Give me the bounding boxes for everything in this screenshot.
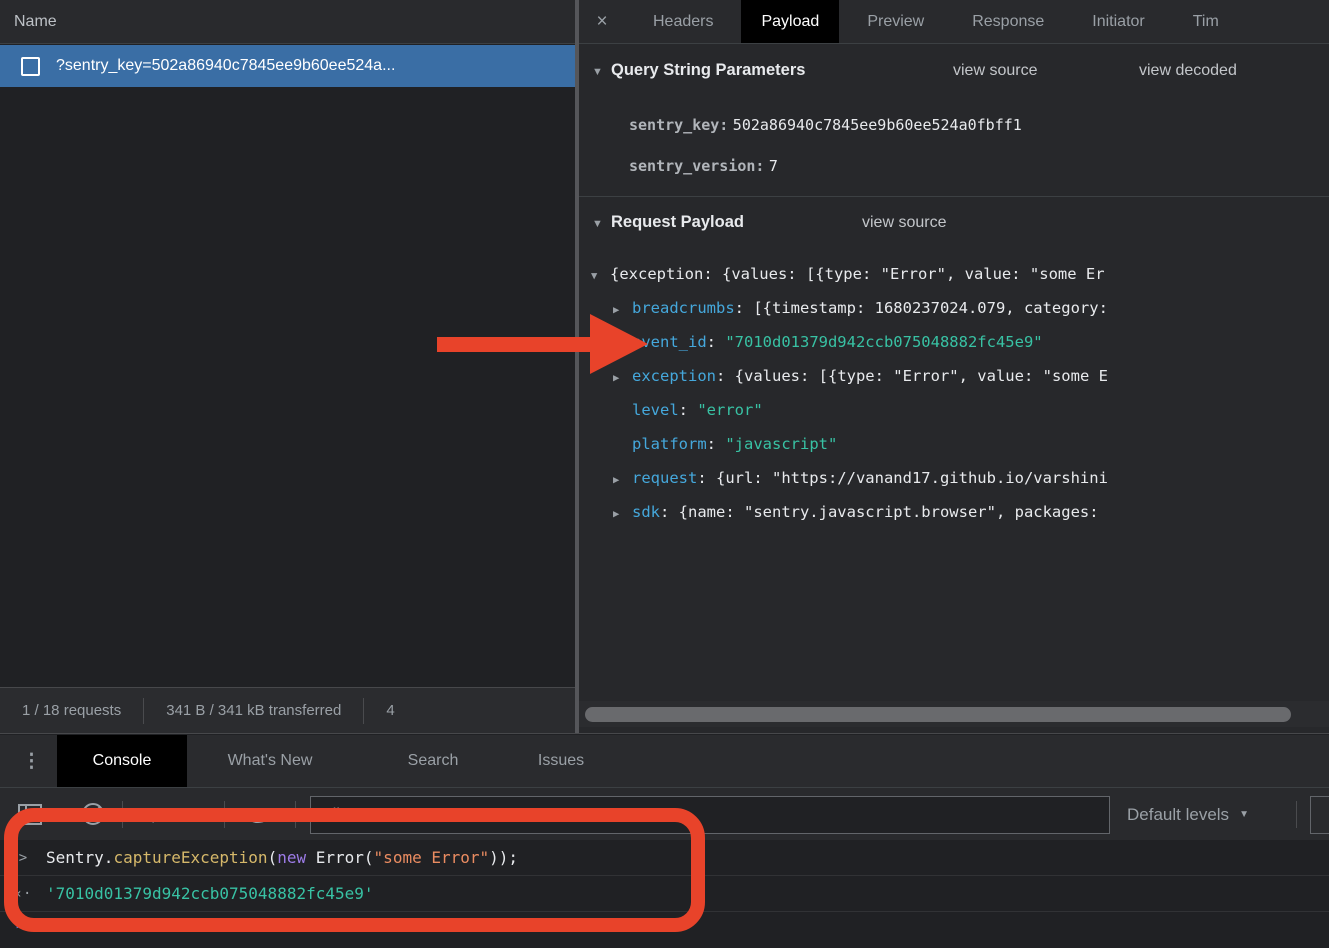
expander-icon[interactable]: ▼ — [591, 259, 610, 291]
payload-tree-row[interactable]: ▶exception: {values: [{type: "Error", va… — [579, 359, 1329, 393]
issues-counter-box[interactable] — [1310, 796, 1329, 834]
request-payload-section-title[interactable]: Request Payload — [611, 213, 744, 232]
tree-preview: : — [707, 435, 726, 453]
scrollbar-thumb[interactable] — [585, 707, 1291, 722]
query-string-section-title[interactable]: Query String Parameters — [611, 61, 805, 80]
chevron-down-icon: ▼ — [1239, 809, 1249, 820]
tree-preview: : [{timestamp: 1680237024.079, category: — [735, 299, 1108, 317]
tree-key: level — [632, 401, 679, 419]
console-tab-bar: ⋮ Console What's New Search Issues — [0, 735, 1329, 787]
view-source-toggle[interactable]: view source — [953, 62, 1037, 80]
payload-tree-row[interactable]: platform: "javascript" — [579, 427, 1329, 461]
payload-tree-row[interactable]: ▶breadcrumbs: [{timestamp: 1680237024.07… — [579, 291, 1329, 325]
tab-search[interactable]: Search — [393, 735, 473, 787]
tab-headers[interactable]: Headers — [633, 0, 733, 43]
tree-preview: : {url: "https://vanand17.github.io/vars… — [697, 469, 1108, 487]
annotation-arrow — [437, 337, 594, 352]
tree-key: sdk — [632, 503, 660, 521]
tree-value: "javascript" — [725, 435, 837, 453]
tree-preview: : {values: [{type: "Error", value: "some… — [716, 367, 1108, 385]
close-icon[interactable]: × — [579, 0, 625, 43]
param-name: sentry_key: — [629, 116, 728, 134]
tab-initiator[interactable]: Initiator — [1072, 0, 1164, 43]
network-status-bar: 1 / 18 requests 341 B / 341 kB transferr… — [0, 687, 575, 733]
param-name: sentry_version: — [629, 157, 764, 175]
collapse-triangle-icon[interactable]: ▼ — [592, 66, 603, 78]
collapse-triangle-icon[interactable]: ▼ — [592, 218, 603, 230]
network-name-column-header[interactable]: Name — [0, 0, 575, 44]
tab-console[interactable]: Console — [57, 735, 187, 787]
param-value: 502a86940c7845ee9b60ee524a0fbff1 — [733, 116, 1022, 134]
request-name-label: ?sentry_key=502a86940c7845ee9b60ee524a..… — [56, 57, 395, 75]
tree-preview: {exception: {values: [{type: "Error", va… — [610, 265, 1105, 283]
tree-preview: : — [679, 401, 698, 419]
query-param-row: sentry_version: 7 — [629, 157, 778, 176]
payload-tree-root-row[interactable]: ▼{exception: {values: [{type: "Error", v… — [579, 257, 1329, 291]
devtools-window: Name ?sentry_key=502a86940c7845ee9b60ee5… — [0, 0, 1329, 948]
transferred-size: 341 B / 341 kB transferred — [144, 702, 363, 719]
detail-tab-bar: × Headers Payload Preview Response Initi… — [579, 0, 1329, 44]
tab-preview[interactable]: Preview — [847, 0, 944, 43]
horizontal-scrollbar[interactable] — [579, 701, 1329, 727]
section-divider — [579, 196, 1329, 197]
payload-tree-row-event-id[interactable]: event_id: "7010d01379d942ccb075048882fc4… — [579, 325, 1329, 359]
query-param-row: sentry_key: 502a86940c7845ee9b60ee524a0f… — [629, 116, 1022, 135]
view-decoded-toggle[interactable]: view decoded — [1139, 62, 1237, 80]
tree-preview: : {name: "sentry.javascript.browser", pa… — [660, 503, 1099, 521]
tree-preview: : — [707, 333, 726, 351]
annotation-arrow-head-icon — [590, 314, 648, 374]
network-panel: Name ?sentry_key=502a86940c7845ee9b60ee5… — [0, 0, 575, 733]
payload-tree-row[interactable]: ▶sdk: {name: "sentry.javascript.browser"… — [579, 495, 1329, 529]
param-value: 7 — [769, 157, 778, 175]
tab-issues[interactable]: Issues — [523, 735, 599, 787]
tree-value: "error" — [697, 401, 762, 419]
request-detail-panel: × Headers Payload Preview Response Initi… — [579, 0, 1329, 733]
tab-response[interactable]: Response — [952, 0, 1064, 43]
view-source-toggle[interactable]: view source — [862, 214, 946, 232]
log-levels-label: Default levels — [1127, 805, 1229, 825]
tree-key: request — [632, 469, 697, 487]
requests-count: 1 / 18 requests — [0, 702, 143, 719]
payload-tree-row[interactable]: level: "error" — [579, 393, 1329, 427]
payload-tree-row[interactable]: ▶request: {url: "https://vanand17.github… — [579, 461, 1329, 495]
tree-key: platform — [632, 435, 707, 453]
tab-timing[interactable]: Tim — [1173, 0, 1239, 43]
more-options-icon[interactable]: ⋮ — [22, 735, 41, 787]
expander-icon[interactable]: ▶ — [613, 497, 632, 529]
toolbar-divider — [1296, 801, 1297, 828]
checkbox-icon[interactable] — [21, 57, 40, 76]
tab-payload[interactable]: Payload — [741, 0, 839, 43]
status-more: 4 — [364, 702, 416, 719]
expander-icon[interactable]: ▶ — [613, 463, 632, 495]
annotation-highlight-box — [4, 808, 705, 932]
tree-value: "7010d01379d942ccb075048882fc45e9" — [725, 333, 1042, 351]
tab-whats-new[interactable]: What's New — [203, 735, 337, 787]
log-levels-selector[interactable]: Default levels ▼ — [1127, 788, 1249, 841]
network-request-row[interactable]: ?sentry_key=502a86940c7845ee9b60ee524a..… — [0, 45, 575, 87]
